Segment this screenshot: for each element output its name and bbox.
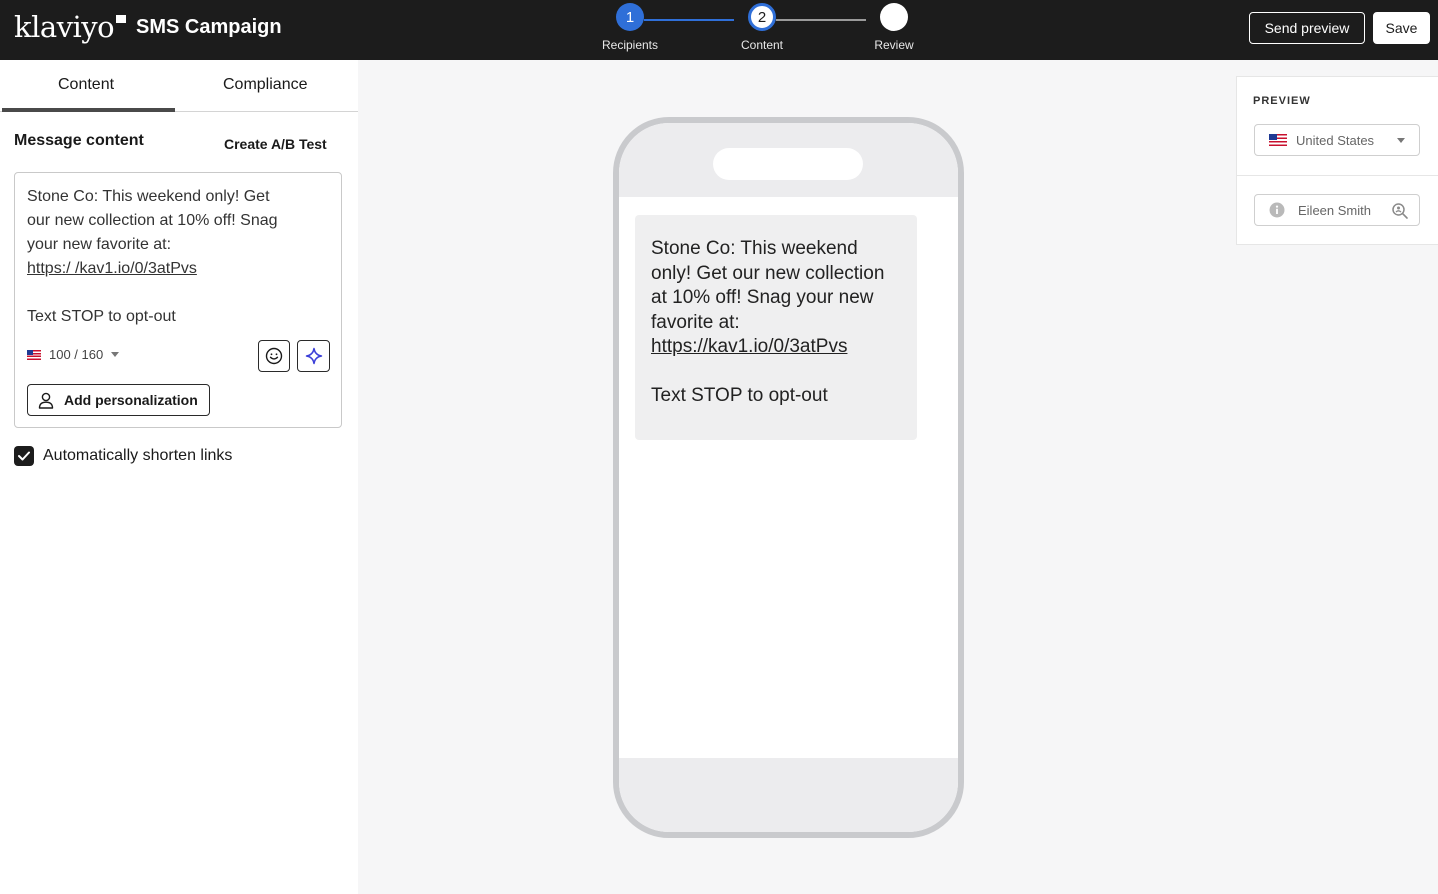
person-icon — [38, 392, 54, 409]
page-title: SMS Campaign — [136, 16, 282, 38]
chevron-down-icon — [1397, 138, 1405, 143]
bubble-line: at 10% off! Snag your new — [651, 287, 874, 308]
character-counter[interactable]: 100 / 160 — [27, 347, 120, 362]
preview-settings-panel: PREVIEW United States Eileen Smith — [1236, 76, 1438, 245]
active-tab-indicator — [2, 108, 175, 112]
step-recipients[interactable]: 1 Recipients — [590, 3, 670, 52]
sparkle-icon — [305, 347, 322, 365]
add-personalization-button[interactable]: Add personalization — [27, 384, 210, 416]
progress-stepper: 1 Recipients 2 Content Review — [590, 0, 930, 60]
bubble-line: Stone Co: This weekend — [651, 238, 858, 259]
tab-compliance[interactable]: Compliance — [223, 76, 307, 94]
phone-preview: Stone Co: This weekend only! Get our new… — [613, 117, 964, 838]
shorten-links-checkbox[interactable] — [14, 446, 34, 466]
message-content-heading: Message content — [14, 132, 144, 149]
chevron-down-icon — [111, 352, 120, 357]
phone-status-area — [619, 123, 958, 197]
create-ab-test-link[interactable]: Create A/B Test — [224, 136, 327, 152]
profile-value: Eileen Smith — [1298, 202, 1371, 218]
step-review[interactable]: Review — [854, 3, 934, 52]
us-flag-icon — [27, 349, 41, 360]
step-label: Review — [874, 38, 914, 52]
ai-assistant-button[interactable] — [297, 340, 330, 372]
bubble-blank-line — [651, 360, 901, 385]
logo-text: klaviyo — [14, 10, 115, 44]
top-bar: klaviyo SMS Campaign 1 Recipients 2 Cont… — [0, 0, 1438, 60]
smiley-icon — [265, 347, 283, 365]
bubble-link[interactable]: https://kav1.io/0/3atPvs — [651, 335, 901, 360]
klaviyo-logo[interactable]: klaviyo — [14, 10, 127, 44]
editor-panel: Content Compliance Message content Creat… — [0, 60, 358, 894]
step-label: Recipients — [601, 38, 659, 52]
save-button[interactable]: Save — [1373, 12, 1430, 44]
message-line: Stone Co: This weekend only! Get — [27, 188, 270, 205]
tab-content[interactable]: Content — [58, 76, 114, 94]
country-value: United States — [1296, 132, 1375, 148]
bubble-line: only! Get our new collection — [651, 262, 885, 284]
step-number: 2 — [748, 3, 776, 31]
profile-search-field[interactable]: Eileen Smith — [1254, 194, 1420, 226]
bubble-line: favorite at: — [651, 311, 740, 333]
preview-heading: PREVIEW — [1253, 95, 1311, 107]
add-personalization-label: Add personalization — [64, 392, 198, 408]
sms-message-bubble: Stone Co: This weekend only! Get our new… — [635, 215, 917, 440]
step-label: Content — [740, 38, 784, 52]
check-icon — [18, 451, 30, 461]
message-textarea[interactable]: Stone Co: This weekend only! Get our new… — [27, 185, 327, 329]
phone-notch — [713, 148, 863, 180]
info-icon — [1269, 202, 1285, 218]
message-editor[interactable]: Stone Co: This weekend only! Get our new… — [14, 172, 342, 428]
editor-tabs: Content Compliance — [0, 60, 358, 112]
char-count: 100 / 160 — [49, 347, 104, 362]
divider — [1237, 175, 1438, 176]
step-content[interactable]: 2 Content — [722, 3, 802, 52]
message-line: our new collection at 10% off! Snag — [27, 212, 278, 229]
logo-flag-mark — [116, 15, 127, 23]
step-number — [880, 3, 908, 31]
zoom-search-icon[interactable] — [1391, 202, 1409, 220]
message-line: your new favorite at: — [27, 236, 172, 253]
send-preview-button[interactable]: Send preview — [1249, 12, 1365, 44]
us-flag-icon — [1269, 134, 1287, 146]
step-number: 1 — [616, 3, 644, 31]
shorten-links-label: Automatically shorten links — [43, 447, 233, 464]
emoji-button[interactable] — [258, 340, 290, 372]
message-link: https:/ /kav1.io/0/3atPvs — [27, 260, 197, 277]
message-line: Text STOP to opt-out — [27, 308, 176, 325]
country-select[interactable]: United States — [1254, 124, 1420, 156]
bubble-line: Text STOP to opt-out — [651, 385, 828, 406]
phone-bottom-bar — [619, 758, 958, 832]
shorten-links-option[interactable]: Automatically shorten links — [14, 446, 232, 466]
